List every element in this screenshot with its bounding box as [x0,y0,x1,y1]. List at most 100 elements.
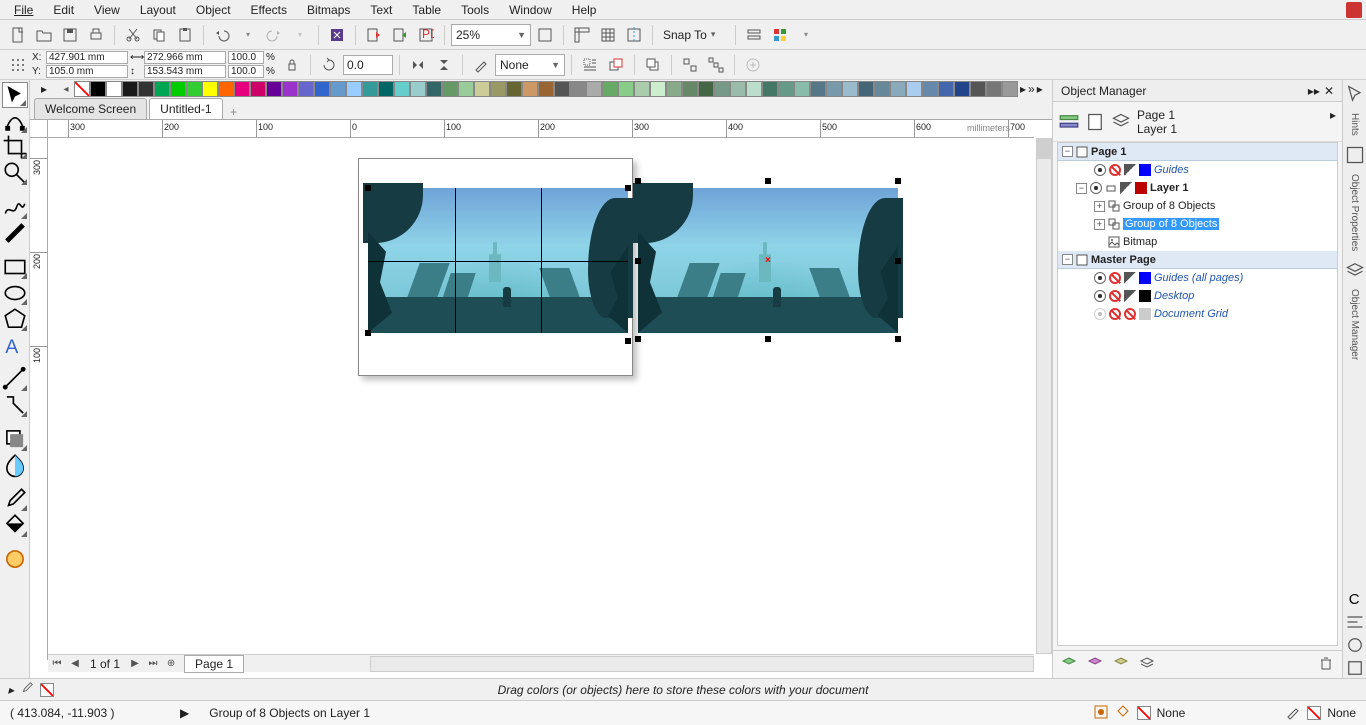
show-grid-button[interactable] [596,23,620,47]
color-swatch[interactable] [570,81,586,97]
import-button[interactable] [362,23,386,47]
outline-swatch[interactable] [1307,706,1321,720]
sx-input[interactable] [228,51,264,64]
tree-guides[interactable]: Guides [1154,164,1189,176]
horizontal-scrollbar[interactable] [370,656,1034,672]
new-layer-button[interactable] [1061,655,1077,674]
edit-icon[interactable] [1124,290,1136,302]
color-proof-icon[interactable] [1093,704,1109,723]
vertical-ruler[interactable]: 300200100 [30,138,48,660]
launcher-dropdown[interactable]: ▾ [794,23,818,47]
canvas-viewport[interactable]: × [48,138,1034,654]
rotation-input[interactable] [343,55,393,75]
mirror-h-button[interactable] [406,53,430,77]
page-tab[interactable]: Page 1 [184,655,244,673]
move-to-layer-button[interactable] [1139,655,1155,674]
color-swatch[interactable] [330,81,346,97]
menu-edit[interactable]: Edit [43,1,84,19]
color-swatch[interactable] [426,81,442,97]
rectangle-tool[interactable] [2,254,28,280]
print-disabled-icon[interactable] [1109,164,1121,176]
visibility-icon[interactable] [1094,164,1106,176]
add-preset-button[interactable] [741,53,765,77]
tree-bitmap[interactable]: Bitmap [1123,236,1157,248]
layer-options-icon[interactable] [1111,112,1131,132]
color-swatch[interactable] [362,81,378,97]
swatch-none[interactable] [74,81,90,97]
cut-button[interactable] [121,23,145,47]
page-add[interactable]: ⊕ [162,658,180,669]
page-first[interactable]: ⏮ [48,658,66,669]
tree-docgrid[interactable]: Document Grid [1154,308,1228,320]
color-swatch[interactable] [282,81,298,97]
color-swatch[interactable] [794,81,810,97]
color-swatch[interactable] [554,81,570,97]
play-icon[interactable]: ▶ [180,706,189,720]
object-tree[interactable]: −Page 1 Guides −Layer 1 +Group of 8 Obje… [1057,142,1338,646]
color-swatch[interactable] [698,81,714,97]
new-layer-all-button[interactable] [1113,655,1129,674]
fullscreen-button[interactable] [533,23,557,47]
panel-close-icon[interactable]: ✕ [1324,84,1334,98]
redo-dropdown[interactable]: ▾ [288,23,312,47]
layer-color-icon[interactable] [1139,308,1151,320]
paste-button[interactable] [173,23,197,47]
color-swatch[interactable] [746,81,762,97]
color-swatch[interactable] [346,81,362,97]
w-input[interactable] [144,51,226,64]
color-swatch[interactable] [458,81,474,97]
color-swatch[interactable] [138,81,154,97]
menu-window[interactable]: Window [499,1,562,19]
freehand-tool[interactable] [2,194,28,220]
drop-shadow-tool[interactable] [2,426,28,452]
color-swatch[interactable] [586,81,602,97]
ellipse-tool[interactable] [2,280,28,306]
sy-input[interactable] [228,65,264,78]
color-swatch[interactable] [410,81,426,97]
print-button[interactable] [84,23,108,47]
zoom-combo[interactable]: 25%▼ [451,24,531,46]
menu-object[interactable]: Object [186,1,241,19]
edit-icon[interactable] [1120,182,1132,194]
outline-pen-icon[interactable] [1285,704,1301,723]
doc-palette-eyedropper-icon[interactable] [20,681,34,698]
tree-toggle[interactable]: − [1062,146,1073,157]
tree-layer1[interactable]: Layer 1 [1150,182,1189,194]
color-swatch[interactable] [122,81,138,97]
tree-toggle[interactable]: + [1094,219,1105,230]
color-swatch[interactable] [778,81,794,97]
color-swatch[interactable] [218,81,234,97]
color-swatch[interactable] [154,81,170,97]
options-button[interactable] [742,23,766,47]
menu-file[interactable]: File [4,1,43,19]
h-input[interactable] [144,65,226,78]
panel-titlebar[interactable]: Object Manager ▸▸✕ [1053,80,1342,102]
undo-dropdown[interactable]: ▾ [236,23,260,47]
visibility-icon[interactable] [1090,182,1102,194]
undo-button[interactable] [210,23,234,47]
color-swatch[interactable] [266,81,282,97]
color-swatch[interactable] [938,81,954,97]
color-swatch[interactable] [970,81,986,97]
tree-guides-all[interactable]: Guides (all pages) [1154,272,1243,284]
color-swatch[interactable] [186,81,202,97]
tab-add[interactable]: + [225,105,243,119]
save-button[interactable] [58,23,82,47]
menu-bitmaps[interactable]: Bitmaps [297,1,360,19]
page-view-icon[interactable] [1085,112,1105,132]
mirror-v-button[interactable] [432,53,456,77]
ungroup-button[interactable] [678,53,702,77]
color-swatch[interactable] [650,81,666,97]
show-rulers-button[interactable] [570,23,594,47]
color-swatch[interactable] [90,81,106,97]
tree-toggle[interactable]: + [1094,201,1105,212]
ungroup-all-button[interactable] [704,53,728,77]
redo-button[interactable] [262,23,286,47]
vertical-scrollbar[interactable] [1036,138,1052,654]
layer-color-icon[interactable] [1139,290,1151,302]
bitmap-left[interactable] [368,188,628,333]
color-swatch[interactable] [618,81,634,97]
color-swatch[interactable] [394,81,410,97]
panel-collapse-icon[interactable]: ▸▸ [1308,84,1320,98]
menu-effects[interactable]: Effects [241,1,297,19]
